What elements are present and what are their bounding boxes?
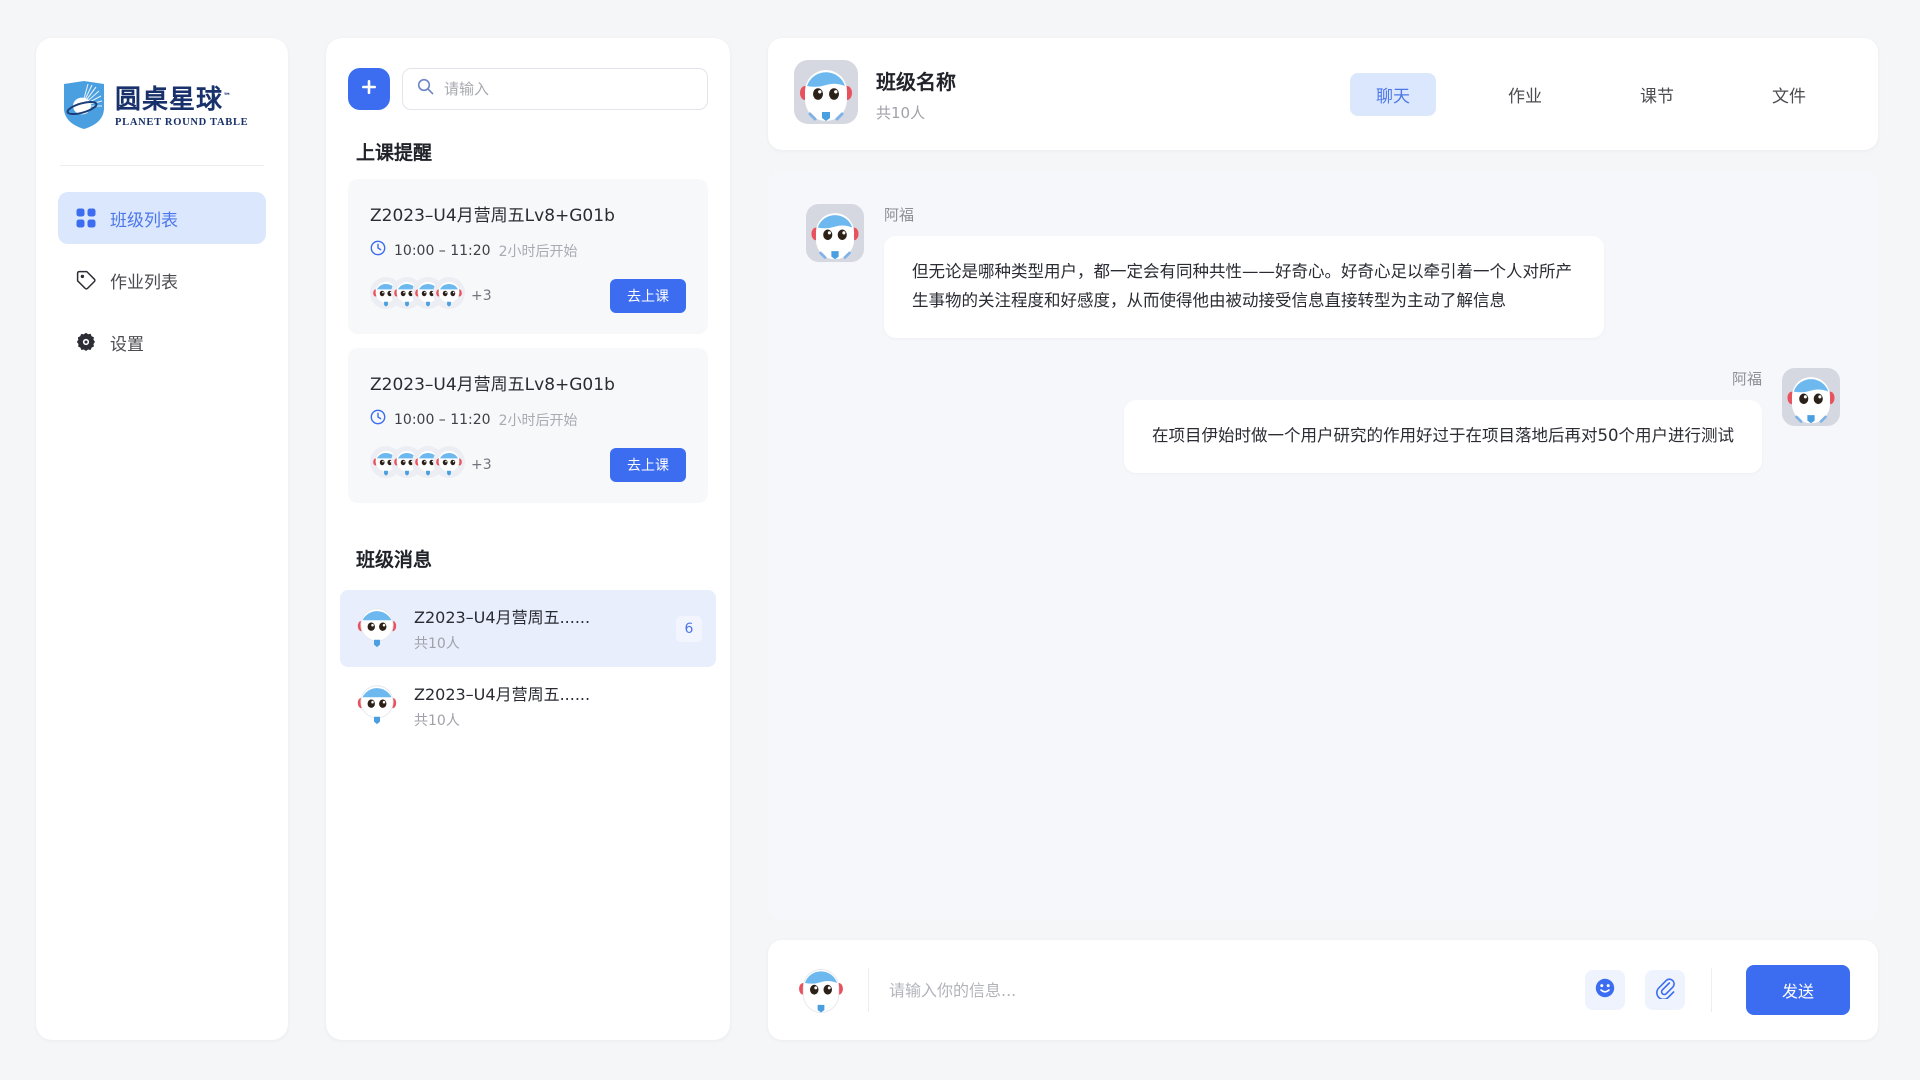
chat-title-group: 班级名称 共10人	[876, 66, 956, 123]
clock-icon	[370, 409, 386, 430]
chat-panel: 班级名称 共10人 聊天 作业 课节 文件 阿福 但无论是哪种类型用户，都一定会…	[768, 38, 1878, 1040]
send-button[interactable]: 发送	[1745, 965, 1850, 1015]
tag-icon	[76, 270, 96, 290]
class-reminder-card[interactable]: Z2023–U4月营周五Lv8+G01b 10:00 – 11:20 2小时后开…	[348, 179, 708, 334]
chat-message-area[interactable]: 阿福 但无论是哪种类型用户，都一定会有同种共性——好奇心。好奇心足以牵引着一个人…	[768, 170, 1878, 920]
avatar	[354, 680, 400, 731]
sidebar-item-label: 班级列表	[110, 210, 178, 231]
class-list-panel: 上课提醒 Z2023–U4月营周五Lv8+G01b 10:00 – 11:20 …	[326, 38, 730, 1040]
grid-icon	[76, 208, 96, 228]
avatar	[1782, 367, 1840, 473]
reminder-title: Z2023–U4月营周五Lv8+G01b	[370, 206, 615, 226]
list-item[interactable]: Z2023–U4月营周五...... 共10人 6	[340, 590, 716, 667]
list-item-body: Z2023–U4月营周五...... 共10人	[414, 681, 702, 730]
avatar	[806, 204, 864, 338]
composer-divider-right	[1710, 968, 1712, 1012]
reminder-footer: +3 去上课	[370, 277, 686, 314]
reminder-section-title: 上课提醒	[356, 142, 433, 164]
chat-header: 班级名称 共10人 聊天 作业 课节 文件	[768, 38, 1878, 150]
avatar	[354, 603, 400, 654]
add-class-button[interactable]	[348, 68, 390, 110]
sender-name: 阿福	[1731, 369, 1762, 388]
sidebar-item-settings[interactable]: 设置	[58, 316, 266, 368]
reminder-meta: 10:00 – 11:20 2小时后开始	[370, 409, 686, 430]
avatar	[794, 59, 858, 129]
unread-badge: 6	[676, 615, 702, 642]
message-composer: 发送	[768, 940, 1878, 1040]
class-name: Z2023–U4月营周五......	[414, 685, 591, 704]
list-item[interactable]: Z2023–U4月营周五...... 共10人	[340, 667, 716, 744]
brand-text: 圆桌星球™ PLANET ROUND TABLE	[115, 87, 248, 129]
class-message-list: Z2023–U4月营周五...... 共10人 6 Z2023–U4月营周五..…	[340, 590, 716, 744]
avatar	[433, 446, 465, 483]
member-count: 共10人	[414, 713, 460, 729]
sidebar-nav: 班级列表 作业列表 设置	[58, 192, 266, 368]
reminder-title: Z2023–U4月营周五Lv8+G01b	[370, 375, 615, 395]
shield-planet-icon	[62, 80, 106, 135]
search-box[interactable]	[402, 68, 708, 110]
tab-chat[interactable]: 聊天	[1350, 72, 1436, 116]
chat-message-incoming: 阿福 但无论是哪种类型用户，都一定会有同种共性——好奇心。好奇心足以牵引着一个人…	[806, 204, 1840, 338]
brand-name-en: PLANET ROUND TABLE	[115, 116, 249, 128]
composer-divider	[868, 968, 869, 1012]
reminder-time: 10:00 – 11:20	[394, 411, 491, 428]
list-item-body: Z2023–U4月营周五...... 共10人	[414, 604, 662, 653]
message-bubble: 但无论是哪种类型用户，都一定会有同种共性——好奇心。好奇心足以牵引着一个人对所产…	[884, 236, 1604, 338]
emoji-button[interactable]	[1584, 970, 1625, 1010]
reminder-time: 10:00 – 11:20	[394, 242, 491, 259]
trademark-mark: ™	[223, 91, 233, 101]
member-count: 共10人	[414, 636, 460, 652]
search-input[interactable]	[444, 80, 693, 98]
tab-lessons[interactable]: 课节	[1614, 73, 1700, 116]
tab-files[interactable]: 文件	[1746, 73, 1832, 116]
participant-avatar-stack: +3	[370, 277, 492, 314]
message-bubble: 在项目伊始时做一个用户研究的作用好过于在项目落地后再对50个用户进行测试	[1124, 399, 1762, 473]
plus-icon	[359, 77, 379, 102]
sidebar: 圆桌星球™ PLANET ROUND TABLE 班级列表 作业列表 设置	[36, 38, 288, 1040]
search-row	[348, 68, 708, 110]
tab-homework[interactable]: 作业	[1482, 73, 1568, 116]
brand-logo: 圆桌星球™ PLANET ROUND TABLE	[58, 72, 266, 135]
avatar-extra-count: +3	[471, 456, 492, 473]
reminder-countdown: 2小时后开始	[498, 412, 578, 429]
avatar	[433, 277, 465, 314]
chat-message-outgoing: 阿福 在项目伊始时做一个用户研究的作用好过于在项目落地后再对50个用户进行测试	[806, 367, 1840, 473]
clock-icon	[370, 240, 386, 261]
sidebar-item-homework-list[interactable]: 作业列表	[58, 254, 266, 306]
bubble-column: 阿福 在项目伊始时做一个用户研究的作用好过于在项目落地后再对50个用户进行测试	[1124, 368, 1762, 473]
attach-button[interactable]	[1644, 970, 1685, 1010]
search-icon	[417, 78, 434, 100]
app-root: 圆桌星球™ PLANET ROUND TABLE 班级列表 作业列表 设置 请输…	[0, 0, 1920, 1080]
paperclip-icon	[1654, 977, 1676, 1004]
bubble-column: 阿福 但无论是哪种类型用户，都一定会有同种共性——好奇心。好奇心足以牵引着一个人…	[884, 204, 1604, 338]
gear-icon	[76, 332, 96, 352]
class-name: Z2023–U4月营周五......	[414, 608, 591, 627]
avatar	[794, 961, 848, 1020]
reminder-meta: 10:00 – 11:20 2小时后开始	[370, 240, 686, 261]
sidebar-item-label: 设置	[110, 334, 144, 355]
sidebar-item-label: 作业列表	[110, 272, 178, 293]
messages-section-title: 班级消息	[356, 549, 433, 571]
page-title: 班级名称	[876, 69, 956, 94]
message-input[interactable]	[889, 980, 1565, 1000]
brand-name-cn: 圆桌星球™	[115, 84, 233, 115]
reminder-countdown: 2小时后开始	[498, 243, 578, 260]
sidebar-item-class-list[interactable]: 班级列表	[58, 192, 266, 244]
emoji-smiley-icon	[1594, 977, 1616, 1004]
member-count: 共10人	[876, 103, 926, 122]
class-reminder-card[interactable]: Z2023–U4月营周五Lv8+G01b 10:00 – 11:20 2小时后开…	[348, 348, 708, 503]
reminder-footer: +3 去上课	[370, 446, 686, 483]
sidebar-divider	[60, 165, 264, 166]
chat-tabs: 聊天 作业 课节 文件	[1350, 72, 1832, 116]
avatar-extra-count: +3	[471, 287, 492, 304]
sender-name: 阿福	[884, 206, 915, 224]
participant-avatar-stack: +3	[370, 446, 492, 483]
go-to-class-button[interactable]: 去上课	[610, 447, 686, 482]
go-to-class-button[interactable]: 去上课	[610, 278, 686, 313]
